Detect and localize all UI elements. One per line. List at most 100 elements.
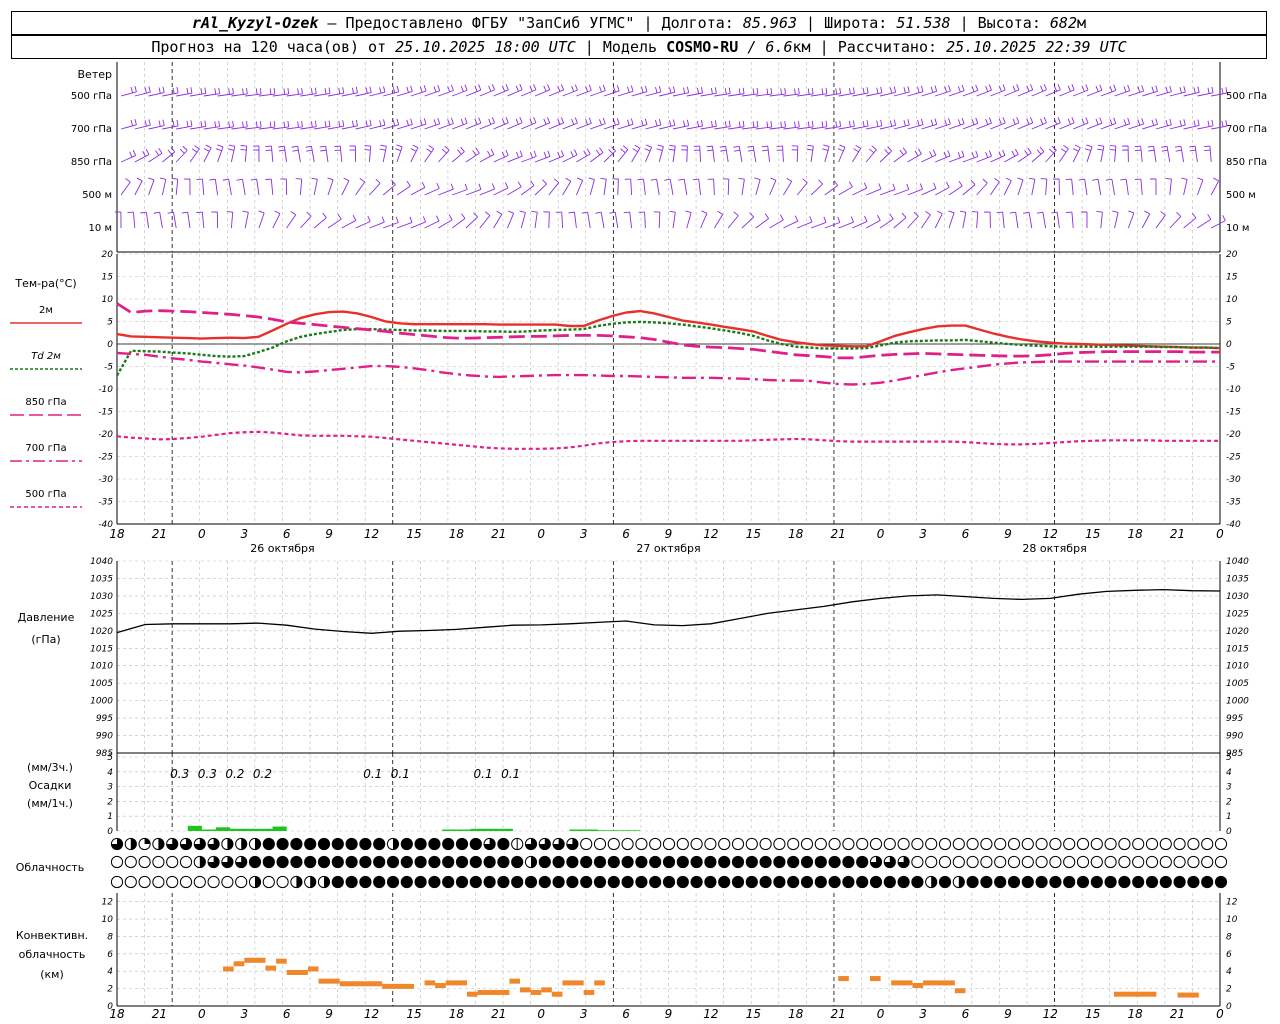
wind-barb-flag bbox=[627, 86, 630, 93]
wind-barb bbox=[534, 212, 538, 229]
cloud-cover-icon bbox=[262, 837, 275, 851]
wind-barb-flag bbox=[369, 86, 372, 93]
pres-ylabel: Давление bbox=[18, 611, 75, 624]
wind-barb-flag bbox=[1161, 145, 1168, 148]
wind-barb-flag bbox=[410, 148, 417, 152]
wind-barb bbox=[300, 93, 317, 97]
cloud-cover-icon bbox=[1118, 855, 1131, 869]
conv-cloud-bar bbox=[223, 966, 234, 972]
wind-barb-flag bbox=[1112, 210, 1119, 213]
cloud-cover-icon bbox=[1104, 875, 1117, 889]
wind-barb-flag bbox=[906, 183, 910, 190]
cloud-cover-icon bbox=[304, 855, 317, 869]
wind-barb-flag bbox=[547, 117, 551, 124]
wind-barb bbox=[479, 154, 495, 163]
wind-barb-flag bbox=[985, 85, 989, 92]
wind-barb-flag bbox=[365, 87, 368, 94]
wind-barb-flag bbox=[1181, 177, 1188, 180]
wind-barb-flag bbox=[1127, 84, 1131, 91]
cloud-cover-icon bbox=[800, 875, 814, 889]
wind-barb-flag bbox=[328, 120, 331, 127]
wind-barb bbox=[575, 180, 584, 196]
conv-cloud-bar bbox=[594, 980, 605, 986]
wind-barb bbox=[672, 146, 676, 163]
wind-barb bbox=[686, 145, 688, 163]
conv-cloud-bar bbox=[541, 987, 552, 993]
pres-ytick-right: 1025 bbox=[1226, 609, 1249, 619]
wind-barb bbox=[134, 180, 143, 196]
wind-barb-flag bbox=[148, 177, 155, 181]
wind-barb-flag bbox=[1017, 177, 1024, 181]
wind-barb-flag bbox=[957, 86, 961, 93]
wind-barb-flag bbox=[1176, 211, 1182, 217]
wind-barb-flag bbox=[1015, 148, 1019, 155]
pres-ytick-left: 1015 bbox=[90, 644, 113, 654]
wind-barb bbox=[452, 89, 468, 97]
wind-barb-flag bbox=[236, 178, 243, 181]
cloud-cover-icon bbox=[1201, 855, 1214, 869]
wind-barb-flag bbox=[292, 149, 299, 152]
wind-barb bbox=[1183, 124, 1200, 130]
temp-ytick-right: -35 bbox=[1226, 498, 1241, 508]
wind-barb bbox=[1114, 123, 1130, 130]
wind-barb bbox=[507, 186, 522, 196]
x-tick-label: 0 bbox=[877, 1007, 885, 1021]
wind-barb bbox=[132, 212, 136, 229]
cloud-half-icon bbox=[931, 876, 937, 888]
conv-cloud-bar bbox=[562, 980, 584, 986]
cloud-cover-icon bbox=[345, 875, 358, 889]
wind-barb-flag bbox=[794, 215, 799, 222]
wind-barb bbox=[879, 124, 896, 130]
conv-ytick-right: 6 bbox=[1226, 950, 1232, 960]
wind-level-label-right: 500 гПа bbox=[1226, 91, 1267, 102]
wind-barb-flag bbox=[1002, 84, 1006, 91]
cloud-cover-icon bbox=[442, 875, 455, 889]
wind-barb bbox=[1111, 179, 1116, 196]
wind-barb-flag bbox=[297, 88, 299, 95]
wind-barb-flag bbox=[947, 150, 951, 157]
precip-ytick-left: 0 bbox=[107, 827, 113, 837]
wind-barb-flag bbox=[747, 145, 754, 148]
wind-barb-flag bbox=[1029, 84, 1034, 90]
wind-barb-flag bbox=[240, 149, 247, 151]
temp-ytick-left: -10 bbox=[98, 385, 113, 395]
wind-barb-flag bbox=[365, 120, 368, 127]
wind-barb-flag bbox=[1096, 211, 1103, 213]
wind-barb bbox=[1197, 92, 1214, 97]
wind-barb bbox=[452, 189, 468, 196]
pres-ytick-right: 1015 bbox=[1226, 644, 1249, 654]
wind-barb-flag bbox=[250, 178, 257, 181]
wind-barb-flag bbox=[217, 144, 224, 148]
cloud-cover-icon bbox=[1187, 855, 1200, 869]
wind-barb-flag bbox=[134, 118, 137, 125]
wind-barb bbox=[493, 155, 509, 163]
wind-barb-flag bbox=[733, 149, 740, 152]
wind-barb-flag bbox=[794, 88, 796, 95]
wind-barb-flag bbox=[543, 152, 547, 158]
wind-barb bbox=[548, 211, 550, 229]
cloud-cover-icon bbox=[662, 837, 676, 851]
wind-barb-flag bbox=[672, 86, 676, 93]
wind-barb-flag bbox=[529, 85, 533, 92]
wind-barb bbox=[699, 145, 702, 163]
wind-barb bbox=[962, 122, 978, 130]
cloud-cover-icon bbox=[856, 837, 869, 851]
precip-ytick-left: 3 bbox=[107, 783, 113, 793]
wind-barb-flag bbox=[1028, 177, 1035, 180]
wind-barb bbox=[534, 122, 550, 130]
cloud-cover-icon bbox=[745, 837, 758, 851]
wind-barb bbox=[493, 214, 503, 229]
temp-ytick-left: -20 bbox=[98, 430, 113, 440]
cloud-cover-icon bbox=[925, 837, 938, 851]
cloud-cover-icon bbox=[1049, 855, 1062, 869]
wind-barb bbox=[656, 179, 660, 196]
wind-barb bbox=[258, 126, 275, 130]
wind-barb-flag bbox=[194, 145, 200, 150]
wind-barb bbox=[893, 91, 910, 97]
wind-barb-flag bbox=[1016, 117, 1020, 124]
wind-barb bbox=[1210, 220, 1226, 229]
cloud-cover-icon bbox=[938, 837, 952, 851]
cloud-cover-icon bbox=[842, 875, 855, 889]
wind-barb bbox=[617, 149, 629, 163]
wind-barb bbox=[852, 125, 869, 130]
